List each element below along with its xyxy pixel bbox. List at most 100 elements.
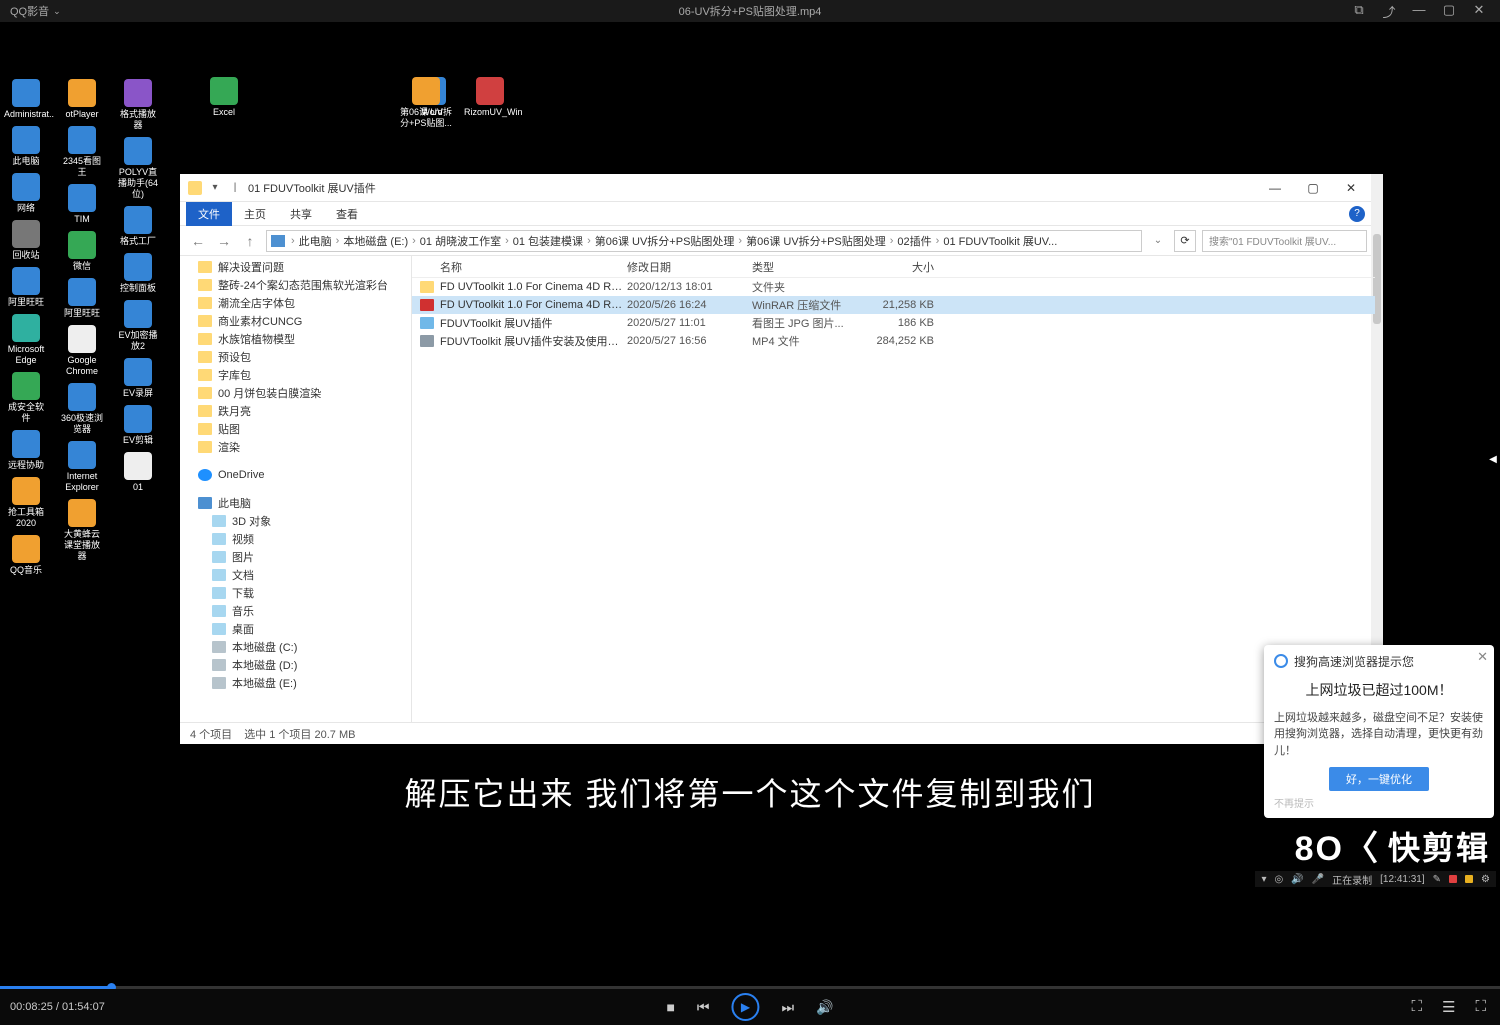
col-date[interactable]: 修改日期: [627, 259, 752, 275]
exp-close-icon[interactable]: ✕: [1335, 178, 1367, 198]
desktop-icon[interactable]: 01: [114, 450, 162, 495]
popup-mute-link[interactable]: 不再提示: [1274, 795, 1484, 810]
file-row[interactable]: FD UVToolkit 1.0 For Cinema 4D R19... 20…: [412, 296, 1375, 314]
desktop-icon[interactable]: RizomUV_Win: [464, 77, 516, 129]
breadcrumb-seg[interactable]: 02插件: [897, 233, 931, 249]
breadcrumb-seg[interactable]: 01 包装建模课: [513, 233, 583, 249]
tree-node[interactable]: 贴图: [180, 420, 411, 438]
rec-stop-icon[interactable]: [1449, 875, 1457, 883]
forward-icon[interactable]: →: [214, 233, 234, 249]
tree-node[interactable]: OneDrive: [180, 466, 411, 484]
rec-target-icon[interactable]: ◎: [1275, 874, 1284, 885]
fullscreen-icon[interactable]: ⛶: [1475, 998, 1486, 1016]
desktop-icon[interactable]: 抢工具箱 2020: [2, 475, 50, 531]
desktop-icon[interactable]: Administrat..: [2, 77, 50, 122]
maximize-icon[interactable]: ▢: [1438, 2, 1460, 21]
desktop-icon[interactable]: 远程协助: [2, 428, 50, 473]
breadcrumb-seg[interactable]: 第06课 UV拆分+PS贴图处理: [746, 233, 886, 249]
rec-settings-icon[interactable]: ⚙: [1481, 874, 1490, 885]
desktop-icon[interactable]: 成安全软件: [2, 370, 50, 426]
path-dropdown-icon[interactable]: ⌄: [1148, 235, 1168, 246]
breadcrumb-seg[interactable]: 此电脑: [299, 233, 332, 249]
close-icon[interactable]: ✕: [1468, 2, 1490, 21]
desktop-icon[interactable]: 2345看图王: [58, 124, 106, 180]
desktop-icon[interactable]: 格式工厂: [114, 204, 162, 249]
tree-node[interactable]: 渲染: [180, 438, 411, 456]
col-name[interactable]: 名称: [412, 259, 627, 275]
desktop-icon[interactable]: POLYV直播助手(64位): [114, 135, 162, 202]
desktop-icon[interactable]: 控制面板: [114, 251, 162, 296]
tree-node[interactable]: 文档: [180, 566, 411, 584]
desktop-icon[interactable]: QQ音乐: [2, 533, 50, 578]
desktop-icon[interactable]: Google Chrome: [58, 323, 106, 379]
popup-close-icon[interactable]: ✕: [1477, 649, 1488, 665]
playlist-icon[interactable]: ☰: [1442, 998, 1455, 1016]
desktop-icon[interactable]: EV加密播放2: [114, 298, 162, 354]
tab-view[interactable]: 查看: [324, 202, 370, 226]
desktop-icon[interactable]: Internet Explorer: [58, 439, 106, 495]
dropdown-icon[interactable]: ▾: [208, 181, 222, 195]
rec-mic-icon[interactable]: 🎤: [1312, 874, 1324, 885]
desktop-icon[interactable]: 网络: [2, 171, 50, 216]
popup-optimize-button[interactable]: 好，一键优化: [1329, 767, 1429, 791]
file-row[interactable]: FD UVToolkit 1.0 For Cinema 4D R19... 20…: [412, 278, 1375, 296]
tree-node[interactable]: 桌面: [180, 620, 411, 638]
stop-icon[interactable]: ■: [666, 999, 674, 1015]
tree-node[interactable]: 潮流全店字体包: [180, 294, 411, 312]
tree-node[interactable]: 预设包: [180, 348, 411, 366]
minimize-icon[interactable]: —: [1408, 2, 1430, 21]
tree-node[interactable]: 水族馆植物模型: [180, 330, 411, 348]
breadcrumb-seg[interactable]: 01 FDUVToolkit 展UV...: [943, 233, 1057, 249]
volume-icon[interactable]: 🔊: [816, 999, 833, 1016]
tree-node[interactable]: 视频: [180, 530, 411, 548]
refresh-icon[interactable]: ⟳: [1174, 230, 1196, 252]
tree-node[interactable]: 商业素材CUNCG: [180, 312, 411, 330]
help-icon[interactable]: ?: [1349, 206, 1365, 222]
col-type[interactable]: 类型: [752, 259, 862, 275]
play-button[interactable]: ▶: [732, 993, 760, 1021]
prev-icon[interactable]: ⏮: [697, 999, 710, 1016]
tree-node[interactable]: 下载: [180, 584, 411, 602]
side-tab[interactable]: ◀: [1486, 437, 1500, 481]
tree-node[interactable]: 跌月亮: [180, 402, 411, 420]
tree-node[interactable]: 图片: [180, 548, 411, 566]
next-icon[interactable]: ⏭: [782, 999, 795, 1016]
desktop-icon[interactable]: EV剪辑: [114, 403, 162, 448]
desktop-icon[interactable]: otPlayer: [58, 77, 106, 122]
desktop-icon[interactable]: 微信: [58, 229, 106, 274]
tab-file[interactable]: 文件: [186, 202, 232, 226]
desktop-icon[interactable]: TIM: [58, 182, 106, 227]
folder-tree[interactable]: 解决设置问题整砖-24个案幻态范围焦软光渲彩台潮流全店字体包商业素材CUNCG水…: [180, 256, 412, 722]
pip-icon[interactable]: ⧉: [1348, 2, 1370, 21]
tree-node[interactable]: 本地磁盘 (C:): [180, 638, 411, 656]
rec-pause-icon[interactable]: [1465, 875, 1473, 883]
exp-maximize-icon[interactable]: ▢: [1297, 178, 1329, 198]
tree-node[interactable]: 3D 对象: [180, 512, 411, 530]
desktop-icon[interactable]: 大黄蜂云课堂播放器: [58, 497, 106, 564]
tab-home[interactable]: 主页: [232, 202, 278, 226]
file-row[interactable]: FDUVToolkit 展UV插件安装及使用方法 2020/5/27 16:56…: [412, 332, 1375, 350]
exp-minimize-icon[interactable]: —: [1259, 178, 1291, 198]
desktop-icon[interactable]: 阿里旺旺: [58, 276, 106, 321]
tree-node[interactable]: 此电脑: [180, 494, 411, 512]
desktop-icon[interactable]: 第06课 UV拆分+PS贴图...: [400, 77, 452, 129]
app-name[interactable]: QQ影音⌄: [0, 3, 61, 19]
snapshot-icon[interactable]: ⛶: [1412, 998, 1423, 1016]
rec-audio-icon[interactable]: 🔊: [1291, 874, 1303, 885]
desktop-icon[interactable]: Excel: [200, 77, 248, 118]
tree-node[interactable]: 整砖-24个案幻态范围焦软光渲彩台: [180, 276, 411, 294]
up-icon[interactable]: ↑: [240, 233, 260, 249]
desktop-icon[interactable]: 回收站: [2, 218, 50, 263]
breadcrumb-seg[interactable]: 第06课 UV拆分+PS贴图处理: [595, 233, 735, 249]
desktop-icon[interactable]: 360极速浏览器: [58, 381, 106, 437]
tree-node[interactable]: 本地磁盘 (E:): [180, 674, 411, 692]
file-row[interactable]: FDUVToolkit 展UV插件 2020/5/27 11:01 看图王 JP…: [412, 314, 1375, 332]
breadcrumb-seg[interactable]: 本地磁盘 (E:): [343, 233, 408, 249]
tree-node[interactable]: 00 月饼包装白膜渲染: [180, 384, 411, 402]
desktop-icon[interactable]: 此电脑: [2, 124, 50, 169]
desktop-icon[interactable]: Microsoft Edge: [2, 312, 50, 368]
tree-node[interactable]: 字库包: [180, 366, 411, 384]
breadcrumb-seg[interactable]: 01 胡晓波工作室: [420, 233, 501, 249]
desktop-icon[interactable]: EV录屏: [114, 356, 162, 401]
breadcrumb[interactable]: ›此电脑›本地磁盘 (E:)›01 胡晓波工作室›01 包装建模课›第06课 U…: [266, 230, 1142, 252]
